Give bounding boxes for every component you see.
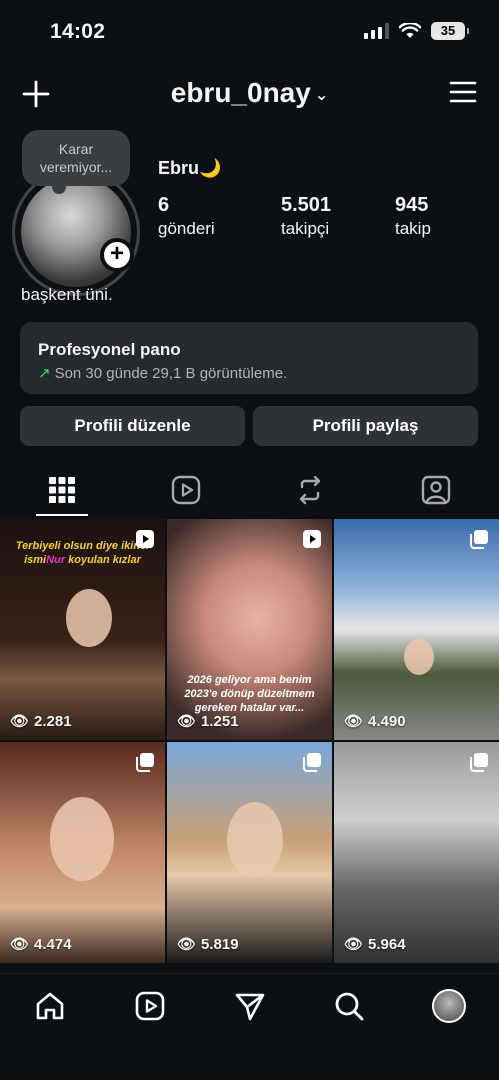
eye-icon: 👁	[177, 936, 197, 953]
post-tile[interactable]: 👁 4.474	[0, 742, 165, 963]
stat-label: gönderi	[158, 219, 215, 238]
eye-icon: 👁	[10, 936, 30, 953]
carousel-icon	[136, 753, 154, 772]
reel-icon	[303, 530, 321, 548]
chevron-down-icon: ⌄	[314, 86, 329, 104]
battery-indicator: 35	[431, 22, 469, 40]
status-time: 14:02	[50, 20, 106, 43]
post-tile[interactable]: 👁 4.490	[334, 519, 499, 740]
view-count: 👁 4.474	[10, 935, 72, 954]
bottom-navigation	[0, 973, 499, 1080]
profile-avatar[interactable]	[12, 168, 140, 296]
home-icon[interactable]	[34, 990, 66, 1022]
stat-label: takip	[395, 219, 431, 238]
profile-display-name: Ebru🌙	[158, 158, 222, 178]
eye-icon: 👁	[177, 713, 197, 730]
post-tile[interactable]: 👁 5.819	[167, 742, 332, 963]
edit-profile-button[interactable]: Profili düzenle	[20, 406, 245, 446]
posts-grid: Terbiyeli olsun diye ikinci ismiNur koyu…	[0, 519, 499, 963]
add-story-button[interactable]: +	[100, 238, 134, 272]
post-caption-overlay: 2026 geliyor ama benim 2023'e dönüp düze…	[184, 674, 315, 714]
note-bubble[interactable]: Karar veremiyor...	[22, 130, 130, 194]
stat-posts[interactable]: 6 gönderi	[158, 194, 215, 239]
stat-label: takipçi	[281, 219, 330, 238]
profile-bio: başkent üni.	[21, 285, 113, 304]
menu-icon[interactable]	[449, 80, 477, 104]
status-bar: 14:02 35	[0, 0, 499, 66]
post-tile[interactable]: 👁 5.964	[334, 742, 499, 963]
view-count: 👁 5.819	[177, 935, 239, 954]
post-tile[interactable]: 2026 geliyor ama benim 2023'e dönüp düze…	[167, 519, 332, 740]
username: ebru_0nay	[170, 77, 311, 108]
profile-header: ebru_0nay ⌄	[0, 68, 499, 118]
dashboard-subtitle: ↗ Son 30 günde 29,1 B görüntüleme.	[38, 365, 288, 382]
eye-icon: 👁	[344, 936, 364, 953]
view-count: 👁 2.281	[10, 712, 72, 731]
stat-value: 6	[158, 194, 170, 216]
post-tile[interactable]: Terbiyeli olsun diye ikinci ismiNur koyu…	[0, 519, 165, 740]
stat-value: 945	[395, 194, 429, 216]
reel-icon	[136, 530, 154, 548]
reels-icon[interactable]	[170, 474, 202, 506]
stat-followers[interactable]: 5.501 takipçi	[281, 194, 331, 239]
signal-icon	[364, 23, 389, 39]
share-profile-button[interactable]: Profili paylaş	[253, 406, 478, 446]
view-count: 👁 5.964	[344, 935, 406, 954]
reels-icon[interactable]	[134, 990, 166, 1022]
active-tab-indicator	[36, 514, 88, 516]
stat-value: 5.501	[281, 194, 332, 216]
view-count: 👁 1.251	[177, 712, 239, 731]
eye-icon: 👁	[10, 713, 30, 730]
professional-dashboard[interactable]: Profesyonel pano ↗ Son 30 günde 29,1 B gö…	[20, 322, 478, 394]
profile-tabs	[0, 466, 499, 518]
post-image	[50, 797, 114, 881]
post-image	[404, 639, 434, 675]
direct-message-icon[interactable]	[234, 990, 266, 1022]
trend-up-icon: ↗	[38, 365, 51, 382]
tagged-icon[interactable]	[420, 474, 452, 506]
search-icon[interactable]	[333, 990, 365, 1022]
post-image	[66, 589, 112, 647]
grid-icon[interactable]	[46, 474, 78, 506]
carousel-icon	[470, 753, 488, 772]
post-image	[227, 802, 283, 878]
carousel-icon	[303, 753, 321, 772]
eye-icon: 👁	[344, 713, 364, 730]
dashboard-title: Profesyonel pano	[38, 340, 181, 359]
reposts-icon[interactable]	[294, 474, 326, 506]
stat-following[interactable]: 945 takip	[395, 194, 431, 239]
carousel-icon	[470, 530, 488, 549]
status-icons: 35	[364, 22, 469, 40]
view-count: 👁 4.490	[344, 712, 406, 731]
profile-avatar-nav[interactable]	[432, 989, 466, 1023]
username-switcher[interactable]: ebru_0nay ⌄	[0, 77, 499, 109]
wifi-icon	[399, 23, 421, 38]
